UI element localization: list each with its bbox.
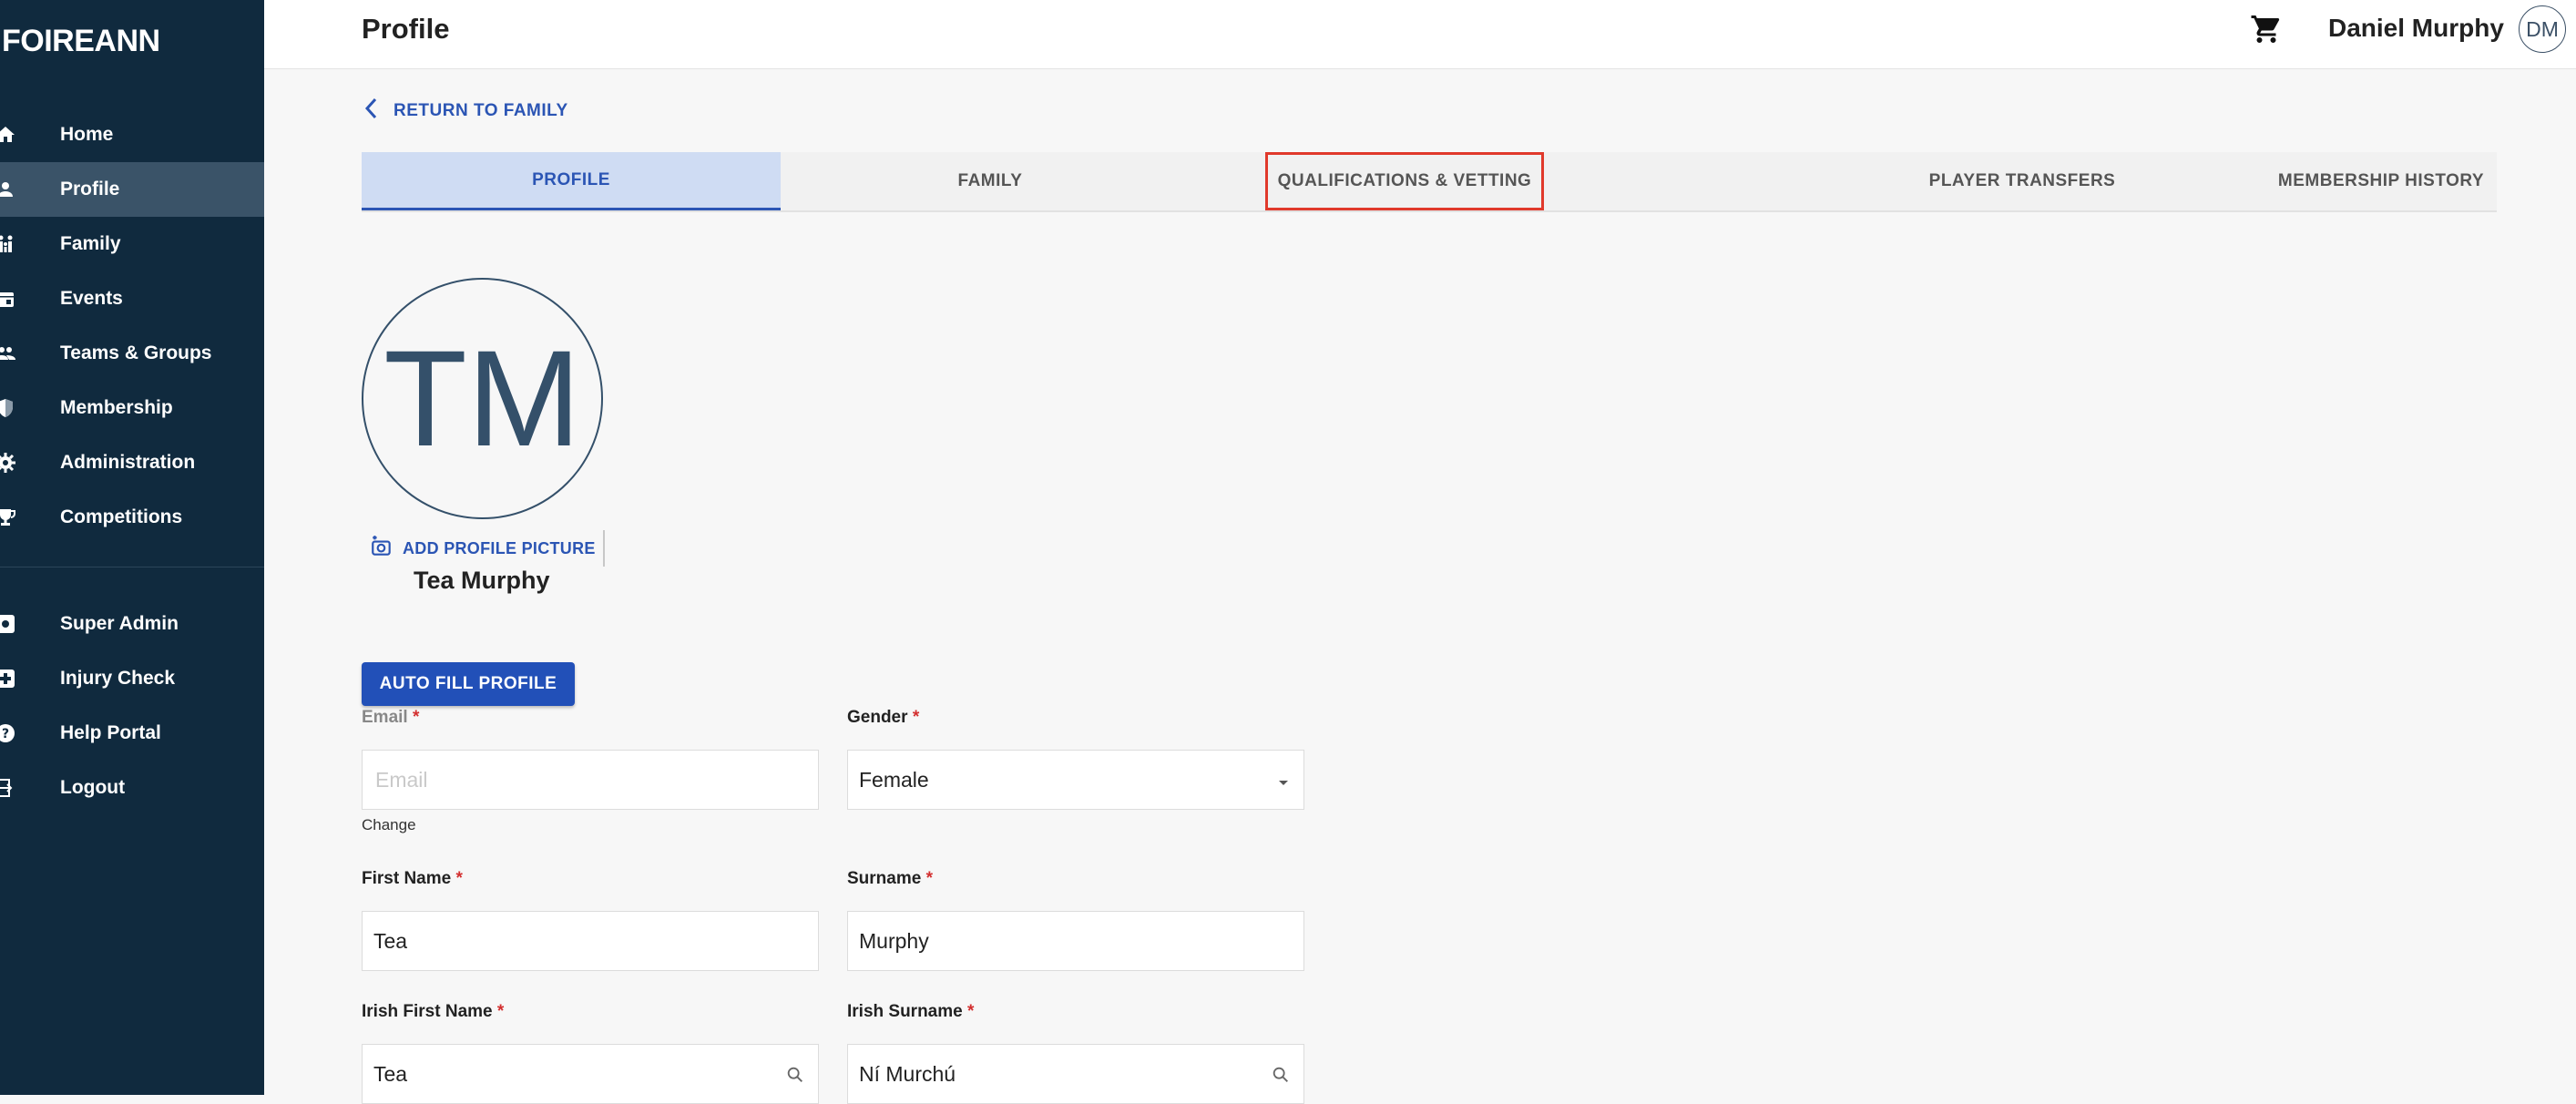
irish-surname-value: Ní Murchú xyxy=(859,1061,956,1086)
irish-surname-label: Irish Surname * xyxy=(847,1002,975,1021)
sidebar-item-family[interactable]: Family xyxy=(0,217,264,271)
top-bar: Profile Daniel Murphy DM xyxy=(264,0,2576,69)
auto-fill-profile-button[interactable]: AUTO FILL PROFILE xyxy=(362,662,575,706)
sidebar-item-label: Administration xyxy=(60,452,196,473)
email-label: Email * xyxy=(362,708,420,727)
groups-icon xyxy=(0,342,16,364)
add-profile-picture-label: ADD PROFILE PICTURE xyxy=(403,539,596,557)
gender-value: Female xyxy=(859,767,929,792)
chevron-left-icon xyxy=(363,97,381,125)
search-icon[interactable] xyxy=(1271,1065,1291,1090)
admin-icon xyxy=(0,613,16,635)
profile-tabs: PROFILE FAMILY QUALIFICATIONS & VETTING … xyxy=(362,152,2497,212)
cart-icon[interactable] xyxy=(2250,13,2283,46)
add-profile-picture-button[interactable]: ADD PROFILE PICTURE xyxy=(370,535,596,563)
irish-first-name-field[interactable]: Tea xyxy=(362,1044,819,1104)
email-input[interactable] xyxy=(373,766,807,793)
return-link-label: RETURN TO FAMILY xyxy=(394,100,568,120)
sidebar-item-administration[interactable]: Administration xyxy=(0,435,264,490)
sidebar-item-label: Home xyxy=(60,124,114,145)
sidebar-item-profile[interactable]: Profile xyxy=(0,162,264,217)
home-icon xyxy=(0,124,16,146)
first-name-field[interactable]: Tea xyxy=(362,911,819,971)
shield-icon xyxy=(0,397,16,419)
email-field[interactable] xyxy=(362,750,819,810)
sidebar-item-membership[interactable]: Membership xyxy=(0,381,264,435)
sidebar-item-label: Membership xyxy=(60,397,173,418)
tab-membership-history[interactable]: MEMBERSHIP HISTORY xyxy=(2265,152,2497,210)
sidebar-item-label: Teams & Groups xyxy=(60,342,212,363)
sidebar-item-label: Competitions xyxy=(60,506,183,527)
gender-select[interactable]: Female xyxy=(847,750,1304,810)
profile-avatar: TM xyxy=(362,278,603,519)
sidebar-nav: Home Profile Family Events Teams & Group… xyxy=(0,107,264,815)
first-name-value: Tea xyxy=(373,928,408,953)
irish-surname-field[interactable]: Ní Murchú xyxy=(847,1044,1304,1104)
tab-profile[interactable]: PROFILE xyxy=(362,152,781,210)
search-icon[interactable] xyxy=(785,1065,805,1090)
user-avatar[interactable]: DM xyxy=(2519,5,2566,53)
trophy-icon xyxy=(0,506,16,528)
sidebar-item-label: Logout xyxy=(60,777,126,798)
gender-label: Gender * xyxy=(847,708,920,727)
sidebar-item-events[interactable]: Events xyxy=(0,271,264,326)
sidebar-item-label: Super Admin xyxy=(60,613,179,634)
sidebar-item-teams-groups[interactable]: Teams & Groups xyxy=(0,326,264,381)
surname-label: Surname * xyxy=(847,869,933,888)
add-photo-icon xyxy=(370,535,394,563)
irish-first-name-label: Irish First Name * xyxy=(362,1002,505,1021)
tab-player-transfers[interactable]: PLAYER TRANSFERS xyxy=(1865,152,2180,210)
gear-icon xyxy=(0,452,16,474)
sidebar-item-label: Family xyxy=(60,233,121,254)
help-icon: ? xyxy=(0,722,16,744)
sidebar-item-label: Profile xyxy=(60,179,120,199)
sidebar-item-super-admin[interactable]: Super Admin xyxy=(0,597,264,651)
sidebar-item-label: Help Portal xyxy=(60,722,161,743)
tab-family[interactable]: FAMILY xyxy=(781,152,1200,210)
tab-qualifications-vetting[interactable]: QUALIFICATIONS & VETTING xyxy=(1265,152,1544,210)
sidebar-item-home[interactable]: Home xyxy=(0,107,264,162)
person-icon xyxy=(0,179,16,200)
svg-text:?: ? xyxy=(2,727,9,741)
logout-icon xyxy=(0,777,16,799)
divider xyxy=(603,530,605,567)
medical-icon xyxy=(0,668,16,690)
sidebar-item-injury-check[interactable]: Injury Check xyxy=(0,651,264,706)
user-name[interactable]: Daniel Murphy xyxy=(2328,14,2504,43)
dropdown-arrow-icon xyxy=(1276,771,1291,795)
sidebar-item-competitions[interactable]: Competitions xyxy=(0,490,264,545)
calendar-icon xyxy=(0,288,16,310)
first-name-label: First Name * xyxy=(362,869,463,888)
sidebar-item-label: Events xyxy=(60,288,123,309)
family-icon xyxy=(0,233,16,255)
sidebar-item-logout[interactable]: Logout xyxy=(0,761,264,815)
sidebar-item-help-portal[interactable]: ? Help Portal xyxy=(0,706,264,761)
sidebar-item-label: Injury Check xyxy=(60,668,176,689)
surname-field[interactable]: Murphy xyxy=(847,911,1304,971)
brand-logo[interactable]: FOIREANN xyxy=(2,24,160,59)
sidebar: FOIREANN Home Profile Family Events Team… xyxy=(0,0,264,1095)
surname-value: Murphy xyxy=(859,928,929,953)
return-to-family-link[interactable]: RETURN TO FAMILY xyxy=(363,97,568,125)
change-email-link[interactable]: Change xyxy=(362,816,416,834)
irish-first-name-value: Tea xyxy=(373,1061,408,1086)
page-title: Profile xyxy=(362,13,450,45)
profile-name: Tea Murphy xyxy=(414,567,550,594)
